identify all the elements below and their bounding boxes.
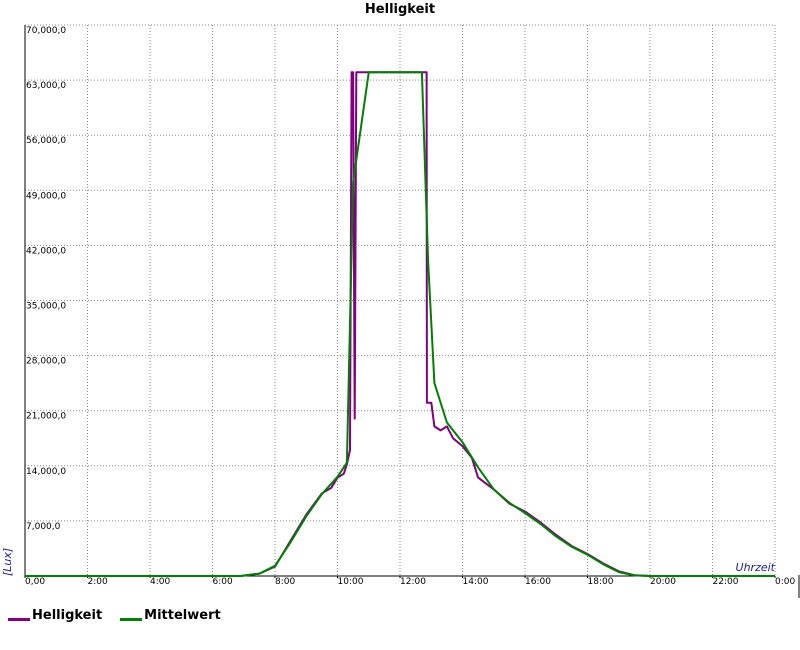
tick-labels: 0,00 2:00 4:00 6:00 8:00 10:00 12:00 14:00 16:00… xyxy=(25,26,795,587)
axes xyxy=(24,25,800,598)
y-tick-label: 21,000,0 xyxy=(26,412,66,422)
legend-label-mittelwert: Mittelwert xyxy=(144,608,221,623)
legend-item-helligkeit: Helligkeit xyxy=(8,608,102,623)
y-tick-label: 35,000,0 xyxy=(26,302,66,312)
y-tick-label: 7,000,0 xyxy=(26,522,61,532)
x-tick-label: 16:00 xyxy=(525,577,551,587)
series-line-mittelwert xyxy=(25,71,775,577)
legend-label-helligkeit: Helligkeit xyxy=(32,608,103,623)
legend-swatch-helligkeit xyxy=(8,618,30,621)
x-tick-label: 14:00 xyxy=(463,577,489,587)
x-tick-label: 8:00 xyxy=(275,577,295,587)
y-tick-label: 56,000,0 xyxy=(26,136,66,146)
legend-swatch-mittelwert xyxy=(120,618,143,621)
x-tick-label: 6:00 xyxy=(213,577,233,587)
y-tick-label: 70,000,0 xyxy=(26,26,66,36)
x-tick-label: 20:00 xyxy=(650,577,676,587)
x-tick-label: 0,00 xyxy=(25,577,45,587)
series-lines xyxy=(25,71,775,577)
x-tick-label: 18:00 xyxy=(588,577,614,587)
y-tick-label: 28,000,0 xyxy=(26,357,66,367)
y-tick-label: 42,000,0 xyxy=(26,246,66,256)
x-tick-label: 22:00 xyxy=(713,577,739,587)
brightness-line-chart: Helligkeit 0,00 2:00 4:00 6:00 8:00 10:00 12:0… xyxy=(1,2,800,598)
legend-item-mittelwert: Mittelwert xyxy=(120,608,221,623)
chart-title: Helligkeit xyxy=(365,2,435,17)
chart-legend: Helligkeit Mittelwert xyxy=(8,608,221,623)
x-tick-label: 10:00 xyxy=(338,577,364,587)
x-tick-label: 4:00 xyxy=(150,577,170,587)
y-axis-label: [Lux] xyxy=(1,548,14,576)
x-tick-label: 2:00 xyxy=(88,577,108,587)
x-tick-label: 0:00 xyxy=(775,577,795,587)
grid-lines xyxy=(25,24,776,576)
y-tick-label: 14,000,0 xyxy=(26,467,66,477)
x-axis-label: Uhrzeit xyxy=(736,561,776,574)
y-tick-label: 63,000,0 xyxy=(26,81,66,91)
series-line-helligkeit xyxy=(25,71,775,577)
y-tick-label: 49,000,0 xyxy=(26,191,66,201)
x-tick-label: 12:00 xyxy=(400,577,426,587)
